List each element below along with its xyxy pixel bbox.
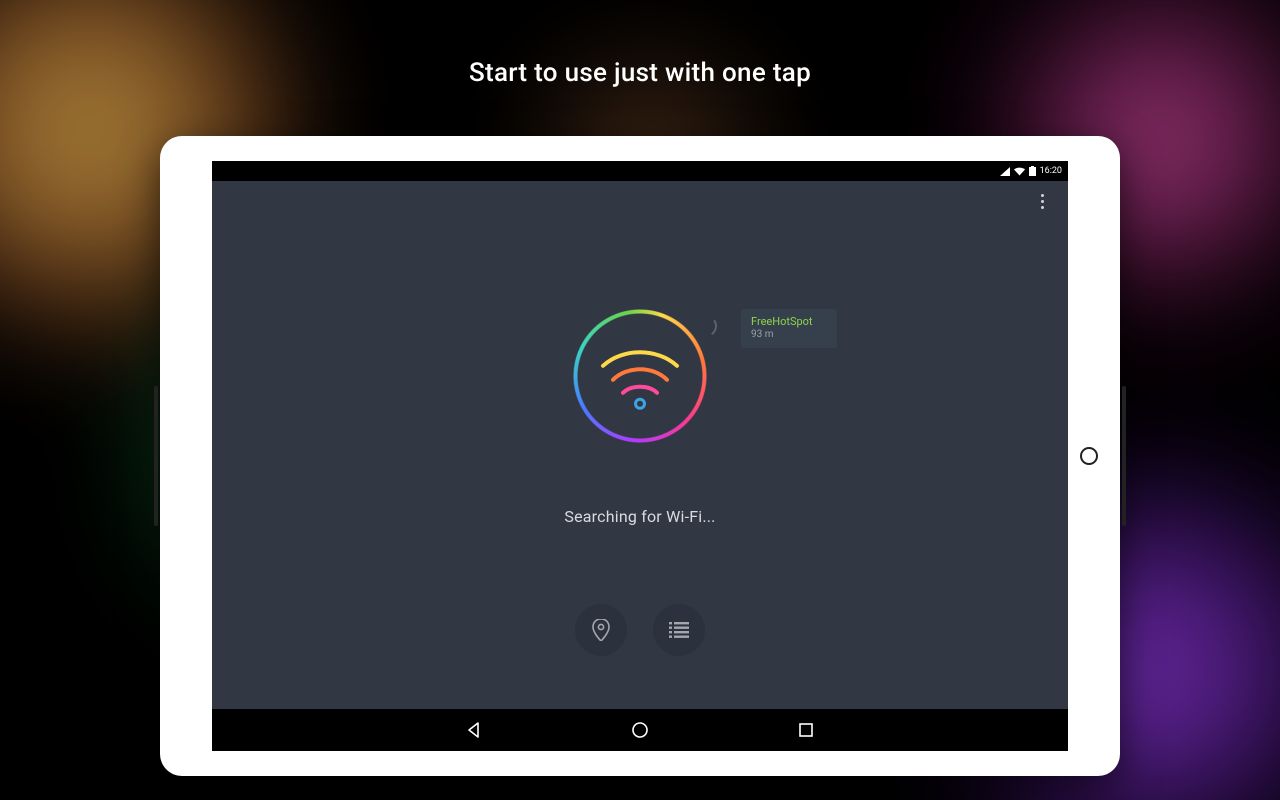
nav-recents-button[interactable] (793, 717, 819, 743)
recents-icon (798, 722, 814, 738)
signal-icon (1000, 167, 1010, 176)
wifi-icon (597, 344, 683, 414)
radar-tick-icon (693, 313, 718, 338)
map-button[interactable] (575, 604, 627, 656)
status-time: 16:20 (1040, 166, 1062, 176)
home-icon (631, 721, 649, 739)
list-button[interactable] (653, 604, 705, 656)
tablet-frame: 16:20 FreeHotSpot 93 m (160, 136, 1120, 776)
nav-home-button[interactable] (627, 717, 653, 743)
list-icon (669, 622, 689, 638)
map-pin-icon (591, 619, 611, 641)
android-nav-bar (212, 709, 1068, 751)
hotspot-tooltip[interactable]: FreeHotSpot 93 m (741, 309, 837, 348)
promo-headline: Start to use just with one tap (469, 58, 811, 88)
tablet-speaker-left (154, 386, 158, 526)
tablet-speaker-right (1122, 386, 1126, 526)
searching-status-text: Searching for Wi-Fi... (564, 507, 715, 526)
back-icon (465, 721, 483, 739)
tablet-home-button (1080, 447, 1098, 465)
wifi-radar[interactable]: FreeHotSpot 93 m (555, 291, 725, 461)
device-screen: 16:20 FreeHotSpot 93 m (212, 161, 1068, 751)
main-content: FreeHotSpot 93 m Searching for Wi-Fi... (212, 221, 1068, 709)
nav-back-button[interactable] (461, 717, 487, 743)
hotspot-name: FreeHotSpot (751, 315, 827, 328)
wifi-small-icon (1014, 167, 1025, 176)
hotspot-distance: 93 m (751, 329, 827, 341)
android-status-bar: 16:20 (212, 161, 1068, 181)
app-bar (212, 181, 1068, 221)
overflow-menu-icon[interactable] (1032, 187, 1052, 215)
bottom-actions (575, 604, 705, 656)
battery-icon (1029, 166, 1036, 176)
